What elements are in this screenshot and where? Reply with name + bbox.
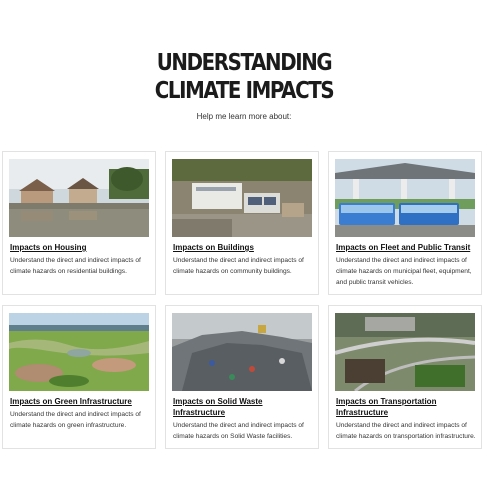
- card-buildings[interactable]: Impacts on Buildings Understand the dire…: [165, 151, 319, 295]
- card-solid-waste-title[interactable]: Impacts on Solid Waste Infrastructure: [173, 396, 315, 418]
- flooded-houses-image[interactable]: [9, 159, 149, 237]
- card-buildings-title[interactable]: Impacts on Buildings: [173, 242, 315, 253]
- card-fleet-transit[interactable]: Impacts on Fleet and Public Transit Unde…: [328, 151, 482, 295]
- card-green-infrastructure-description: Understand the direct and indirect impac…: [10, 411, 141, 429]
- card-solid-waste[interactable]: Impacts on Solid Waste Infrastructure Un…: [165, 305, 319, 449]
- card-fleet-transit-title[interactable]: Impacts on Fleet and Public Transit: [336, 242, 478, 253]
- card-green-infrastructure[interactable]: Impacts on Green Infrastructure Understa…: [2, 305, 156, 449]
- card-transportation-title[interactable]: Impacts on Transportation Infrastructure: [336, 396, 478, 418]
- transit-buses-image[interactable]: [335, 159, 475, 237]
- card-housing-description: Understand the direct and indirect impac…: [10, 257, 141, 275]
- aerial-highway-image[interactable]: [335, 313, 475, 391]
- card-housing-title[interactable]: Impacts on Housing: [10, 242, 152, 253]
- page-title-line-2: CLIMATE IMPACTS: [154, 78, 335, 104]
- card-fleet-transit-description: Understand the direct and indirect impac…: [336, 257, 472, 286]
- card-housing[interactable]: Impacts on Housing Understand the direct…: [2, 151, 156, 295]
- aerial-building-image[interactable]: [172, 159, 312, 237]
- card-transportation[interactable]: Impacts on Transportation Infrastructure…: [328, 305, 482, 449]
- card-transportation-description: Understand the direct and indirect impac…: [336, 422, 476, 440]
- card-buildings-description: Understand the direct and indirect impac…: [173, 257, 304, 275]
- page-title: UNDERSTANDING CLIMATE IMPACTS: [34, 49, 454, 105]
- card-green-infrastructure-title[interactable]: Impacts on Green Infrastructure: [10, 396, 152, 407]
- page-subtitle: Help me learn more about:: [196, 112, 292, 121]
- landfill-image[interactable]: [172, 313, 312, 391]
- wetland-landscape-image[interactable]: [9, 313, 149, 391]
- card-solid-waste-description: Understand the direct and indirect impac…: [173, 422, 304, 440]
- page-title-line-1: UNDERSTANDING: [156, 50, 333, 76]
